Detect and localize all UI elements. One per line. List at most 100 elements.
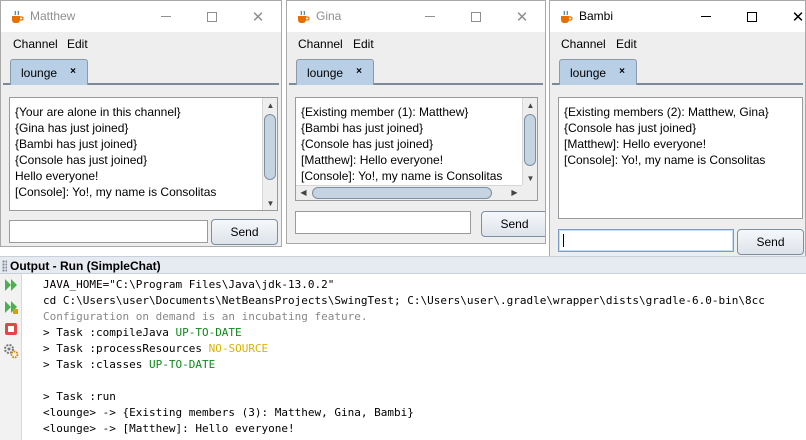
- scroll-up-icon[interactable]: ▲: [263, 98, 277, 112]
- console-line: > Task :compileJava UP-TO-DATE: [43, 325, 242, 341]
- tab-label: lounge: [570, 66, 607, 80]
- task-status: UP-TO-DATE: [175, 326, 242, 339]
- scroll-right-icon[interactable]: ▶: [507, 186, 522, 199]
- maximize-button[interactable]: [189, 1, 235, 32]
- chat-lines: {Existing member (1): Matthew} {Bambi ha…: [301, 104, 502, 184]
- maximize-icon: [471, 11, 481, 22]
- tab-label: lounge: [307, 66, 344, 80]
- close-icon: ✕: [515, 8, 529, 26]
- menu-edit[interactable]: Edit: [67, 37, 88, 51]
- send-button[interactable]: Send: [481, 211, 545, 237]
- task-status: NO-SOURCE: [208, 342, 269, 355]
- maximize-button[interactable]: [453, 1, 499, 32]
- console-line: Configuration on demand is an incubating…: [43, 310, 368, 323]
- minimize-icon: [161, 16, 171, 17]
- menu-edit[interactable]: Edit: [353, 37, 374, 51]
- menu-bar: Channel Edit: [1, 32, 281, 55]
- tab-label: lounge: [21, 66, 58, 80]
- output-panel-header[interactable]: Output - Run (SimpleChat): [0, 256, 806, 274]
- tab-lounge[interactable]: lounge ×: [559, 59, 637, 85]
- chat-line: {Bambi has just joined}: [15, 137, 138, 151]
- rerun-with-params-button[interactable]: [3, 299, 19, 315]
- tab-close-icon[interactable]: ×: [619, 66, 625, 77]
- horizontal-scrollbar[interactable]: ◀ ▶: [296, 185, 522, 200]
- scroll-up-icon[interactable]: ▲: [523, 98, 537, 112]
- chat-line: [Console]: Yo!, my name is Consolitas: [15, 185, 217, 199]
- chat-window-bambi: Bambi ✕ Channel Edit lounge × {Existing …: [549, 0, 806, 263]
- scroll-thumb[interactable]: [524, 114, 536, 166]
- scroll-down-icon[interactable]: ▼: [263, 196, 277, 210]
- minimize-button[interactable]: [143, 1, 189, 32]
- chat-line: Hello everyone!: [15, 169, 99, 183]
- rerun-with-params-icon: [5, 301, 18, 314]
- java-cup-icon: [561, 10, 573, 23]
- task-status: UP-TO-DATE: [148, 358, 216, 371]
- minimize-button[interactable]: [407, 1, 453, 32]
- window-title: Gina: [316, 9, 342, 23]
- console-line: <lounge> -> {Existing members (3): Matth…: [43, 406, 414, 419]
- console-line: > Task :processResources NO-SOURCE: [43, 341, 268, 357]
- message-input[interactable]: [295, 211, 471, 234]
- java-cup-icon: [12, 10, 24, 23]
- tab-bar: lounge ×: [550, 55, 805, 86]
- console-line: cd C:\Users\user\Documents\NetBeansProje…: [43, 294, 765, 307]
- settings-button[interactable]: [3, 343, 19, 359]
- minimize-icon: [425, 16, 435, 17]
- send-button[interactable]: Send: [211, 219, 278, 245]
- tab-close-icon[interactable]: ×: [70, 66, 76, 77]
- menu-channel[interactable]: Channel: [298, 37, 343, 51]
- chat-line: {Console has just joined}: [301, 137, 434, 151]
- rerun-button[interactable]: [3, 277, 19, 293]
- menu-bar: Channel Edit: [550, 32, 805, 55]
- maximize-button[interactable]: [729, 1, 775, 32]
- vertical-scrollbar[interactable]: ▲ ▼: [262, 98, 277, 210]
- stop-icon: [5, 323, 17, 335]
- title-bar[interactable]: Matthew ✕: [1, 1, 281, 32]
- chat-lines: {Your are alone in this channel} {Gina h…: [15, 104, 216, 200]
- scroll-down-icon[interactable]: ▼: [523, 171, 537, 185]
- stop-button[interactable]: [3, 321, 19, 337]
- tab-bar: lounge ×: [1, 55, 281, 86]
- menu-edit[interactable]: Edit: [616, 37, 637, 51]
- window-title: Bambi: [579, 9, 614, 23]
- tab-close-icon[interactable]: ×: [356, 66, 362, 77]
- console-line: > Task :classes UP-TO-DATE: [43, 357, 215, 373]
- task-name: > Task :processResources: [43, 342, 209, 355]
- chat-line: [Matthew]: Hello everyone!: [564, 137, 707, 151]
- minimize-icon: [701, 16, 711, 17]
- chat-log[interactable]: {Existing members (2): Matthew, Gina} {C…: [558, 97, 803, 219]
- scroll-thumb[interactable]: [312, 187, 492, 199]
- chat-line: [Console]: Yo!, my name is Consolitas: [301, 169, 503, 183]
- tab-lounge[interactable]: lounge ×: [296, 59, 374, 85]
- task-name: > Task :classes: [43, 358, 149, 371]
- output-console[interactable]: JAVA_HOME="C:\Program Files\Java\jdk-13.…: [23, 274, 806, 440]
- title-bar[interactable]: Bambi ✕: [550, 1, 805, 32]
- close-button[interactable]: ✕: [235, 1, 281, 32]
- title-bar[interactable]: Gina ✕: [287, 1, 545, 32]
- console-line: <lounge> -> [Matthew]: Hello everyone!: [43, 422, 295, 435]
- drag-grip-icon[interactable]: [2, 260, 7, 272]
- close-button[interactable]: ✕: [775, 1, 805, 32]
- scroll-corner: [522, 185, 537, 200]
- rerun-icon: [5, 279, 17, 291]
- scroll-thumb[interactable]: [264, 114, 276, 180]
- message-input[interactable]: [9, 220, 208, 243]
- menu-channel[interactable]: Channel: [561, 37, 606, 51]
- chat-line: {Console has just joined}: [564, 121, 697, 135]
- menu-channel[interactable]: Channel: [13, 37, 58, 51]
- chat-log[interactable]: {Existing member (1): Matthew} {Bambi ha…: [295, 97, 538, 201]
- chat-log[interactable]: {Your are alone in this channel} {Gina h…: [9, 97, 278, 211]
- menu-bar: Channel Edit: [287, 32, 545, 55]
- chat-lines: {Existing members (2): Matthew, Gina} {C…: [564, 104, 769, 168]
- minimize-button[interactable]: [683, 1, 729, 32]
- vertical-scrollbar[interactable]: ▲ ▼: [522, 98, 537, 185]
- tab-bar: lounge ×: [287, 55, 545, 86]
- message-input[interactable]: [558, 229, 734, 252]
- tab-lounge[interactable]: lounge ×: [10, 59, 88, 85]
- chat-line: {Your are alone in this channel}: [15, 105, 181, 119]
- output-toolbar: [0, 274, 22, 440]
- send-button[interactable]: Send: [737, 229, 804, 255]
- close-button[interactable]: ✕: [499, 1, 545, 32]
- window-title: Matthew: [30, 9, 76, 23]
- scroll-left-icon[interactable]: ◀: [296, 186, 311, 199]
